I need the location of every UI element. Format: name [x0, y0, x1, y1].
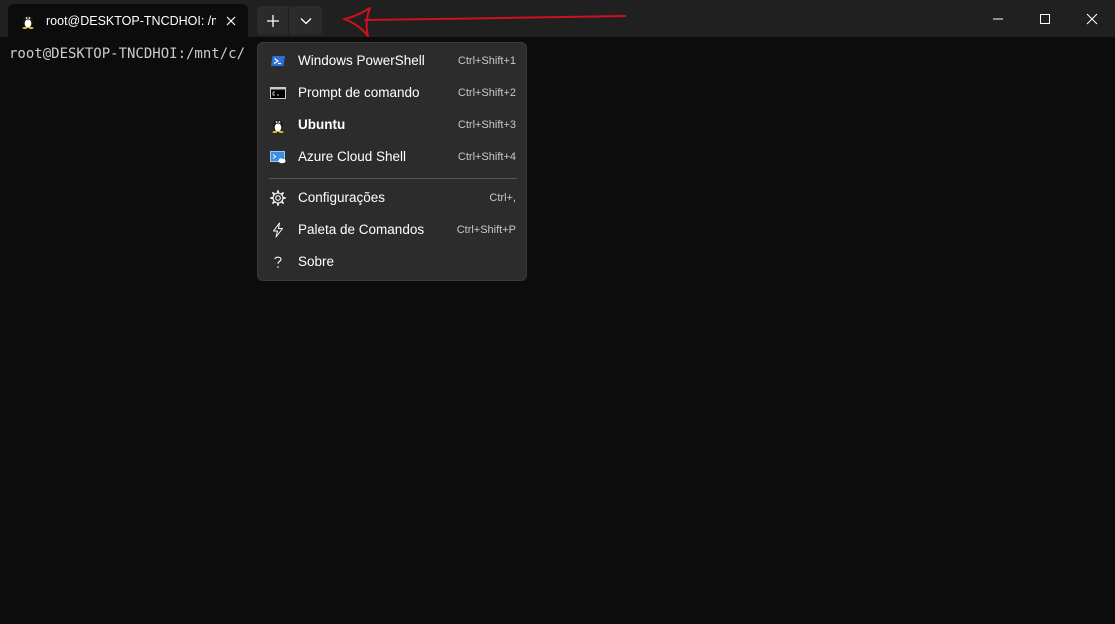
menu-item-configuracoes[interactable]: Configurações Ctrl+, — [262, 183, 522, 213]
terminal-window: root@DESKTOP-TNCDHOI: /mn root@DESKTOP-T… — [0, 0, 1115, 624]
menu-item-shortcut: Ctrl+Shift+3 — [457, 119, 516, 131]
menu-item-shortcut: Ctrl+Shift+1 — [457, 55, 516, 67]
menu-item-shortcut: Ctrl+, — [489, 192, 516, 204]
powershell-icon — [270, 53, 286, 69]
menu-item-label: Sobre — [298, 254, 335, 269]
menu-item-prompt-de-comando[interactable]: Prompt de comando Ctrl+Shift+2 — [262, 78, 522, 108]
menu-item-label: Azure Cloud Shell — [298, 149, 407, 164]
tux-icon — [270, 117, 286, 133]
gear-icon — [270, 190, 286, 206]
menu-item-azure-cloud-shell[interactable]: Azure Cloud Shell Ctrl+Shift+4 — [262, 142, 522, 172]
tux-icon — [20, 13, 36, 29]
menu-item-ubuntu[interactable]: Ubuntu Ctrl+Shift+3 — [262, 110, 522, 140]
maximize-button[interactable] — [1022, 0, 1068, 37]
new-tab-dropdown-button[interactable] — [289, 6, 322, 35]
menu-item-sobre[interactable]: Sobre — [262, 247, 522, 277]
menu-item-shortcut: Ctrl+Shift+P — [456, 224, 516, 236]
question-icon — [270, 254, 286, 270]
new-tab-button[interactable] — [257, 6, 288, 35]
menu-item-label: Windows PowerShell — [298, 53, 425, 68]
close-window-button[interactable] — [1069, 0, 1115, 37]
cmd-icon — [270, 85, 286, 101]
chevron-down-icon — [300, 17, 311, 24]
lightning-icon — [270, 222, 286, 238]
menu-item-shortcut: Ctrl+Shift+4 — [457, 151, 516, 163]
tab-ubuntu[interactable]: root@DESKTOP-TNCDHOI: /mn — [8, 4, 248, 37]
new-tab-dropdown-menu: Windows PowerShell Ctrl+Shift+1 Prompt d… — [257, 42, 527, 281]
menu-item-label: Ubuntu — [298, 117, 346, 132]
minimize-icon — [993, 18, 1003, 19]
title-bar[interactable]: root@DESKTOP-TNCDHOI: /mn — [0, 0, 1115, 37]
menu-item-paleta-de-comandos[interactable]: Paleta de Comandos Ctrl+Shift+P — [262, 215, 522, 245]
menu-item-windows-powershell[interactable]: Windows PowerShell Ctrl+Shift+1 — [262, 46, 522, 76]
menu-separator — [269, 178, 517, 179]
terminal-prompt[interactable]: root@DESKTOP-TNCDHOI:/mnt/c/ — [9, 46, 245, 62]
menu-item-shortcut: Ctrl+Shift+2 — [457, 87, 516, 99]
close-icon — [1086, 13, 1098, 24]
menu-item-label: Configurações — [298, 190, 386, 205]
azure-icon — [270, 149, 286, 165]
tab-close-icon[interactable] — [223, 13, 239, 29]
menu-item-label: Paleta de Comandos — [298, 222, 425, 237]
plus-icon — [266, 14, 279, 27]
maximize-icon — [1040, 13, 1050, 24]
tab-title: root@DESKTOP-TNCDHOI: /mn — [46, 14, 216, 28]
menu-item-label: Prompt de comando — [298, 85, 420, 100]
minimize-button[interactable] — [975, 0, 1021, 37]
